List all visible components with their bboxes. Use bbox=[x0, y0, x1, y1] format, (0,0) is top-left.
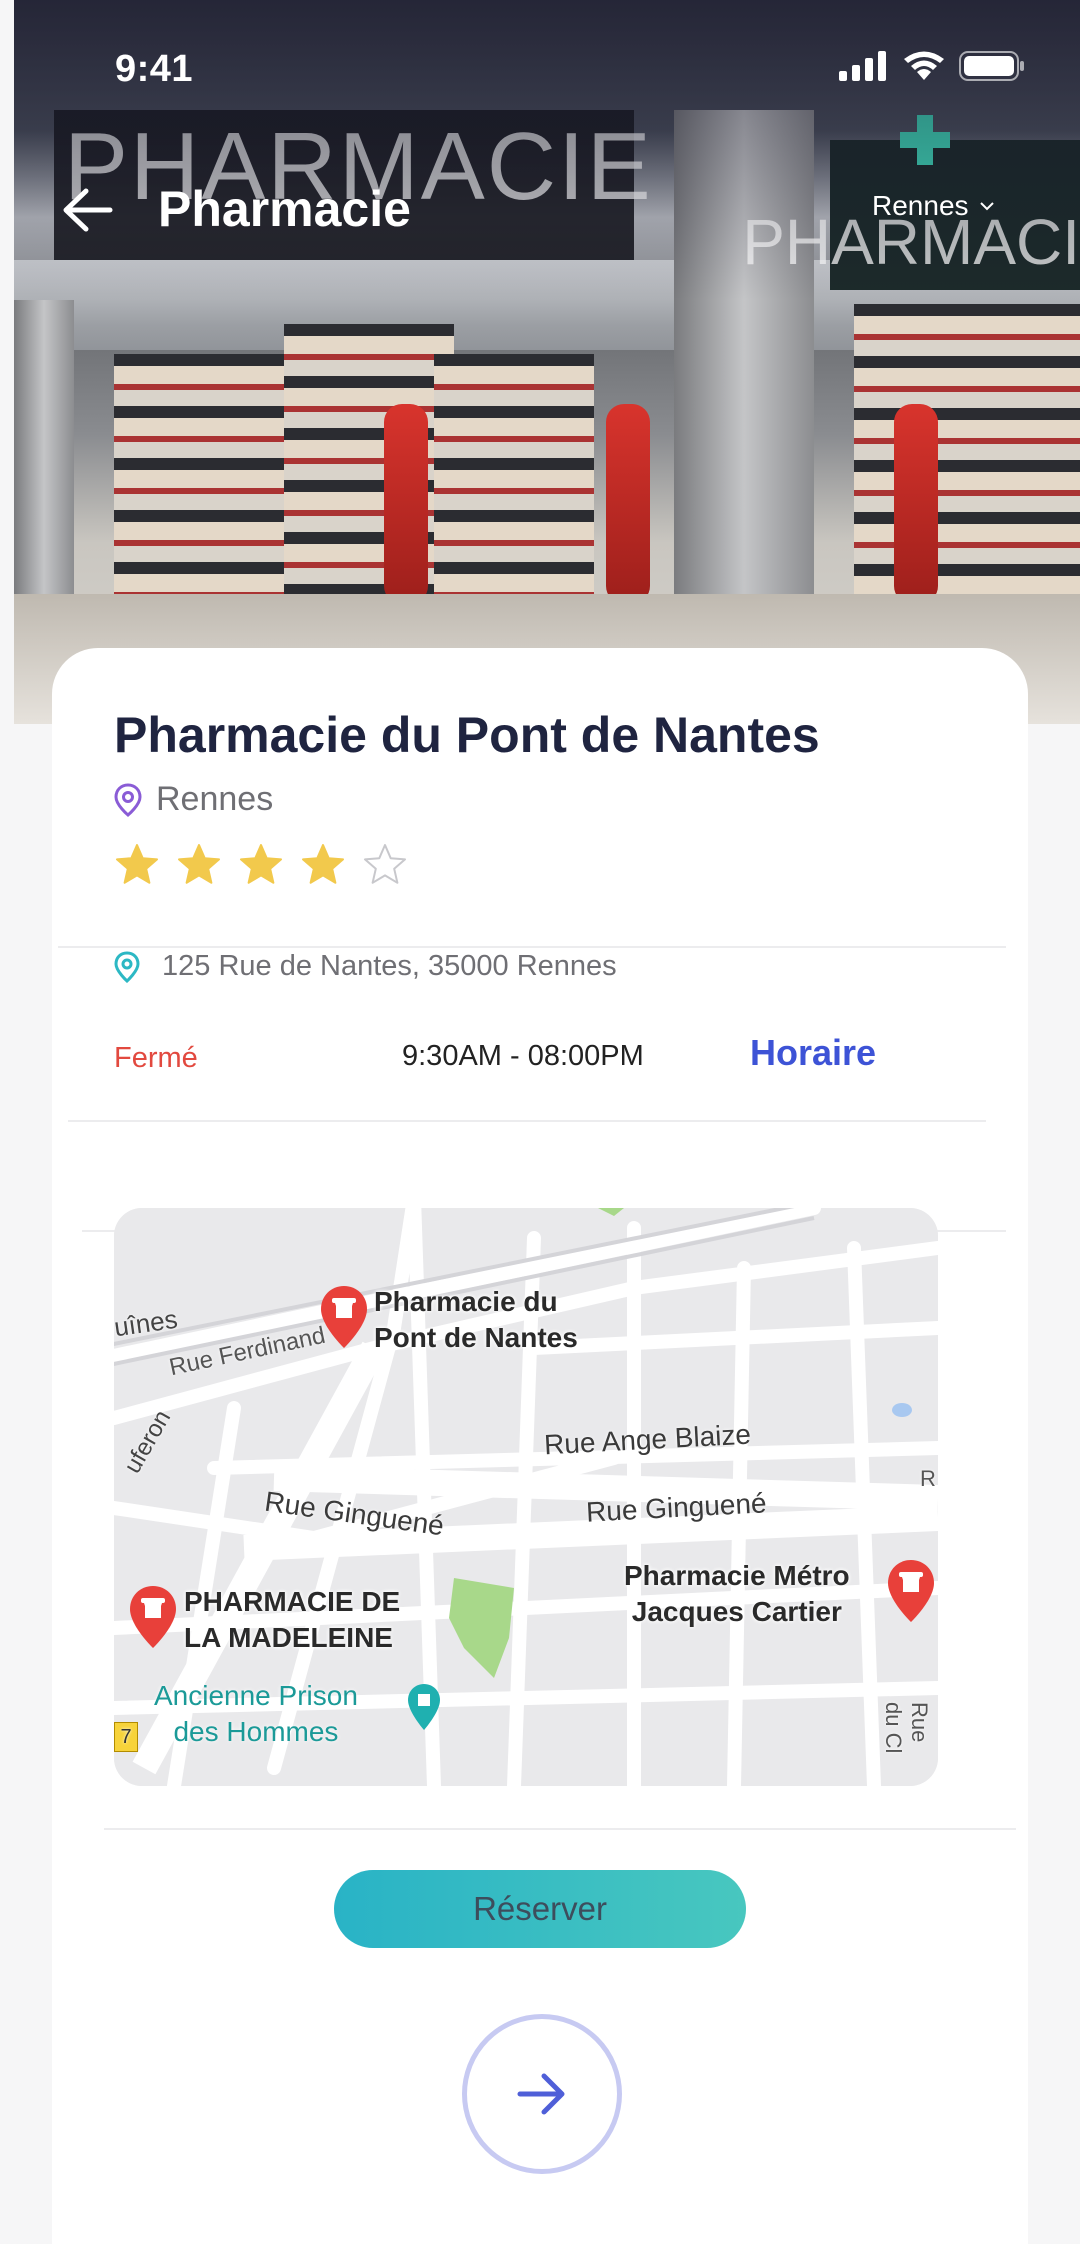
horaire-link[interactable]: Horaire bbox=[750, 1032, 876, 1074]
pharmacy-address: 125 Rue de Nantes, 35000 Rennes bbox=[114, 950, 617, 983]
location-pin-icon bbox=[114, 782, 142, 817]
city-selector-label: Rennes bbox=[872, 190, 969, 221]
reserve-button[interactable]: Réserver bbox=[334, 1870, 746, 1948]
pharmacy-card: Pharmacie du Pont de Nantes Rennes 125 R… bbox=[52, 648, 1028, 2244]
battery-icon bbox=[959, 51, 1024, 81]
rating-stars bbox=[114, 842, 408, 888]
map-place-label: PHARMACIE DE LA MADELEINE bbox=[184, 1586, 401, 1653]
open-status: Fermé bbox=[114, 1042, 198, 1074]
location-pin-icon bbox=[114, 950, 140, 983]
arrow-right-icon bbox=[517, 2073, 565, 2115]
status-bar: 9:41 bbox=[0, 0, 1080, 110]
pharmacy-pin-icon[interactable] bbox=[128, 1584, 178, 1650]
map-place-label: Ancienne Prison des Hommes bbox=[154, 1680, 358, 1747]
opening-hours: 9:30AM - 08:00PM bbox=[402, 1040, 644, 1072]
star-filled-icon bbox=[116, 844, 158, 884]
pharmacy-detail-screen: PHARMACIE PHARMACI 9:41 bbox=[0, 0, 1080, 2244]
city-selector[interactable]: Rennes bbox=[872, 190, 995, 222]
next-button[interactable] bbox=[462, 2014, 622, 2174]
back-arrow-icon[interactable] bbox=[60, 185, 116, 235]
chevron-down-icon bbox=[979, 202, 994, 211]
divider bbox=[68, 1120, 986, 1122]
street-label: R bbox=[920, 1466, 936, 1491]
star-filled-icon bbox=[302, 844, 344, 884]
map-place-label: Pharmacie du Pont de Nantes bbox=[374, 1286, 578, 1353]
star-filled-icon bbox=[240, 844, 282, 884]
road-number-badge: 7 bbox=[114, 1722, 138, 1752]
status-time: 9:41 bbox=[115, 48, 194, 90]
pharmacy-city-label: Rennes bbox=[156, 780, 274, 818]
star-empty-icon bbox=[364, 844, 406, 884]
landmark-pin-icon[interactable] bbox=[406, 1682, 442, 1732]
divider bbox=[58, 946, 1006, 948]
pharmacy-pin-icon[interactable] bbox=[319, 1284, 369, 1350]
pharmacy-pin-icon[interactable] bbox=[886, 1558, 936, 1624]
map[interactable]: Rue Ferdinand uînes uferon Rue Ange Blai… bbox=[114, 1208, 938, 1786]
signal-icon bbox=[839, 51, 886, 81]
address-text: 125 Rue de Nantes, 35000 Rennes bbox=[162, 950, 617, 982]
wifi-icon bbox=[904, 51, 944, 80]
page-title: Pharmacie bbox=[158, 181, 411, 237]
pharmacy-city: Rennes bbox=[114, 780, 273, 819]
star-filled-icon bbox=[178, 844, 220, 884]
street-label: Rue du Cl bbox=[881, 1702, 932, 1754]
divider bbox=[104, 1828, 1016, 1830]
map-place-label: Pharmacie Métro Jacques Cartier bbox=[624, 1560, 850, 1627]
pharmacy-name: Pharmacie du Pont de Nantes bbox=[114, 707, 820, 763]
